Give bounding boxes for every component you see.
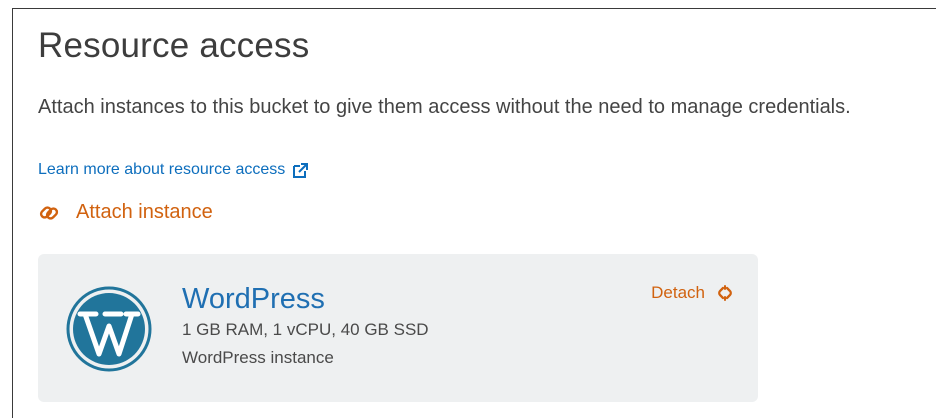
panel-top-border bbox=[12, 8, 936, 9]
section-description: Attach instances to this bucket to give … bbox=[38, 96, 851, 118]
instance-name[interactable]: WordPress bbox=[182, 283, 325, 316]
detach-label: Detach bbox=[651, 283, 705, 302]
panel-left-border bbox=[12, 8, 13, 418]
attach-instance-button[interactable]: Attach instance bbox=[38, 201, 213, 224]
detach-button[interactable]: Detach bbox=[651, 283, 734, 303]
learn-more-link[interactable]: Learn more about resource access bbox=[38, 161, 309, 179]
detach-link-icon bbox=[718, 285, 732, 301]
instance-type: WordPress instance bbox=[182, 348, 334, 367]
wordpress-logo-icon bbox=[66, 286, 152, 372]
attach-instance-label: Attach instance bbox=[76, 201, 213, 223]
attach-link-icon bbox=[39, 205, 59, 220]
instance-specs: 1 GB RAM, 1 vCPU, 40 GB SSD bbox=[182, 320, 429, 339]
resource-access-panel: Resource access Attach instances to this… bbox=[0, 0, 936, 418]
learn-more-label: Learn more about resource access bbox=[38, 161, 286, 178]
external-link-icon bbox=[293, 162, 309, 178]
section-title: Resource access bbox=[38, 26, 310, 65]
instance-card: WordPress 1 GB RAM, 1 vCPU, 40 GB SSD Wo… bbox=[38, 254, 758, 402]
